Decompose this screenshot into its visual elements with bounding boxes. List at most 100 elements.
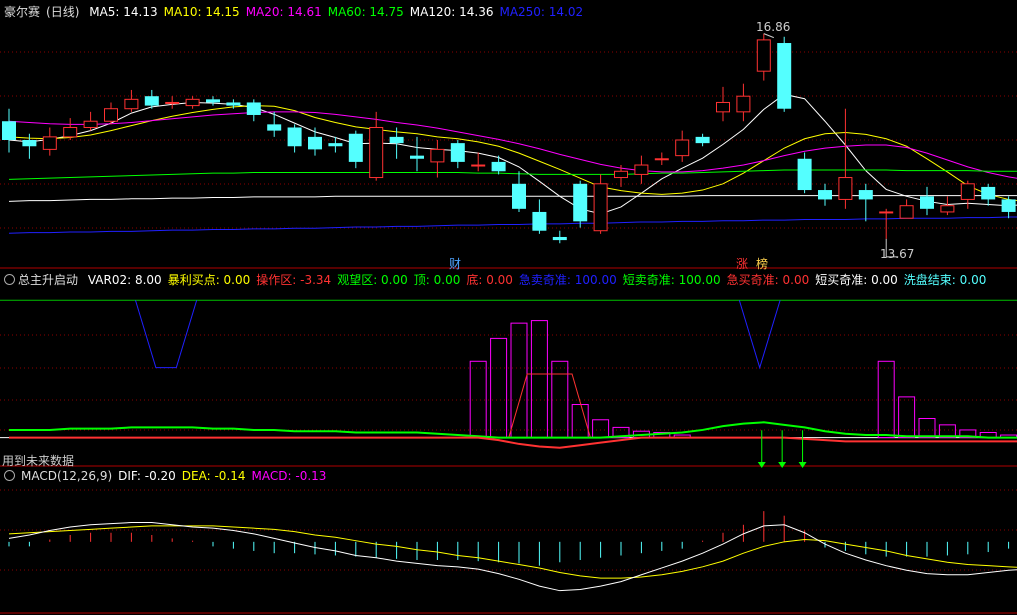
indicator-legend-item-9: 短买奇准: 0.00 — [815, 273, 898, 287]
macd-legend-item-1: DIF: -0.20 — [118, 469, 176, 483]
stock-title: 豪尔赛 (日线) — [4, 5, 79, 19]
indicator-bar — [469, 360, 487, 439]
candle-down — [695, 136, 710, 144]
macd-legend: MACD(12,26,9) DIF: -0.20 DEA: -0.14 MACD: -… — [21, 469, 332, 483]
indicator-legend-item-0: VAR02: 8.00 — [87, 273, 162, 287]
buy-arrow — [757, 462, 766, 468]
candle-up — [83, 120, 98, 128]
ma-legend-item-3: MA60: 14.75 — [327, 5, 404, 19]
circle-icon[interactable] — [4, 274, 15, 285]
candle-up — [369, 126, 384, 179]
candle-up — [614, 170, 628, 179]
candle-down — [22, 140, 37, 147]
buy-arrow — [778, 462, 787, 468]
high-marker — [763, 33, 774, 39]
candle-up — [165, 101, 180, 104]
ma-legend-item-5: MA250: 14.02 — [499, 5, 584, 19]
candle-up — [654, 158, 669, 161]
indicator-bar — [530, 320, 548, 439]
candle-down — [144, 96, 159, 106]
sell-signal-v — [738, 300, 781, 370]
ma-legend-item-0: MA5: 14.13 — [89, 5, 158, 19]
indicator-legend-item-6: 急卖奇准: 100.00 — [518, 273, 617, 287]
candle-down — [450, 143, 465, 162]
ma-legend: MA5: 14.13 MA10: 14.15 MA20: 14.61 MA60: 14… — [89, 5, 589, 19]
indicator-name: 总主升启动 — [18, 273, 79, 287]
candle-down — [267, 124, 282, 131]
candle-up — [430, 148, 445, 163]
candle-down — [777, 43, 792, 109]
candle-up — [675, 139, 690, 157]
candle-up — [104, 108, 118, 122]
indicator-bar — [898, 396, 916, 439]
indicator-legend-item-8: 急买奇准: 0.00 — [726, 273, 810, 287]
candle-up — [899, 205, 914, 219]
candle-up — [736, 95, 751, 113]
indicator-legend-item-1: 暴利买点: 0.00 — [167, 273, 251, 287]
indicator-panel-header: 总主升启动 VAR02: 8.00 暴利买点: 0.00 操作区: -3.34 观望区… — [4, 271, 998, 288]
candle-down — [226, 102, 241, 106]
candle-down — [981, 186, 996, 200]
candle-down — [287, 127, 302, 147]
indicator-legend-item-2: 操作区: -3.34 — [256, 273, 332, 287]
circle-icon[interactable] — [4, 470, 15, 481]
macd-legend-item-0: MACD(12,26,9) — [21, 469, 113, 483]
candle-up — [960, 183, 975, 200]
stock-chart — [0, 33, 1017, 614]
sell-signal-v — [135, 300, 198, 369]
candle-down — [348, 133, 363, 162]
ma-legend-item-4: MA120: 14.36 — [409, 5, 494, 19]
candle-down — [797, 158, 812, 191]
candle-up — [756, 39, 771, 72]
candle-down — [1001, 199, 1016, 212]
candle-down — [410, 155, 424, 159]
candle-down — [920, 196, 934, 209]
candle-up — [634, 164, 649, 175]
indicator-legend-item-10: 洗盘结束: 0.00 — [903, 273, 987, 287]
candle-down — [818, 190, 832, 200]
candle-down — [491, 161, 506, 172]
operation-zone — [508, 373, 592, 439]
high-price-label: 16.86 — [756, 20, 791, 34]
candle-down — [2, 121, 16, 140]
candle-down — [532, 211, 547, 231]
candle-up — [940, 205, 955, 213]
candle-down — [206, 99, 220, 103]
macd-panel-header: MACD(12,26,9) DIF: -0.20 DEA: -0.14 MACD: -… — [4, 469, 338, 483]
candle-up — [42, 136, 57, 150]
candle-up — [879, 211, 894, 214]
candle-up — [716, 101, 730, 113]
ma-line-ma60 — [8, 169, 1017, 180]
indicator-legend-item-7: 短卖奇准: 100.00 — [622, 273, 721, 287]
candle-up — [471, 164, 486, 167]
low-price-label: 13.67 — [880, 247, 915, 261]
event-tag-finance[interactable]: 财 — [449, 255, 461, 272]
candle-down — [512, 183, 526, 209]
indicator-legend-item-4: 顶: 0.00 — [413, 273, 461, 287]
indicator-legend-item-5: 底: 0.00 — [466, 273, 513, 287]
candle-down — [552, 236, 567, 241]
candle-up — [63, 126, 78, 138]
candle-down — [328, 143, 343, 147]
macd-legend-item-3: MACD: -0.13 — [251, 469, 327, 483]
dif-line — [8, 522, 1017, 592]
event-tag-limit-up[interactable]: 涨 — [736, 255, 748, 272]
indicator-bar — [490, 337, 508, 439]
candle-down — [308, 136, 322, 150]
indicator-bar — [918, 418, 936, 439]
candle-down — [389, 136, 404, 144]
signal-line-red — [9, 436, 1017, 449]
main-panel-header: 豪尔赛 (日线) MA5: 14.13 MA10: 14.15 MA20: 14.61… — [4, 3, 595, 20]
period-label: (日线) — [46, 5, 80, 19]
candle-up — [838, 177, 853, 200]
candle-down — [858, 190, 873, 200]
ma-legend-item-1: MA10: 14.15 — [163, 5, 240, 19]
future-data-note: 用到未来数据 — [2, 454, 75, 468]
candle-up — [185, 98, 200, 107]
indicator-legend: VAR02: 8.00 暴利买点: 0.00 操作区: -3.34 观望区: 0.00… — [88, 273, 993, 287]
candle-up — [593, 183, 608, 232]
indicator-bar — [877, 360, 895, 439]
event-tag-rank[interactable]: 榜 — [756, 255, 768, 272]
indicator-bar — [551, 360, 569, 439]
candle-up — [124, 98, 139, 110]
